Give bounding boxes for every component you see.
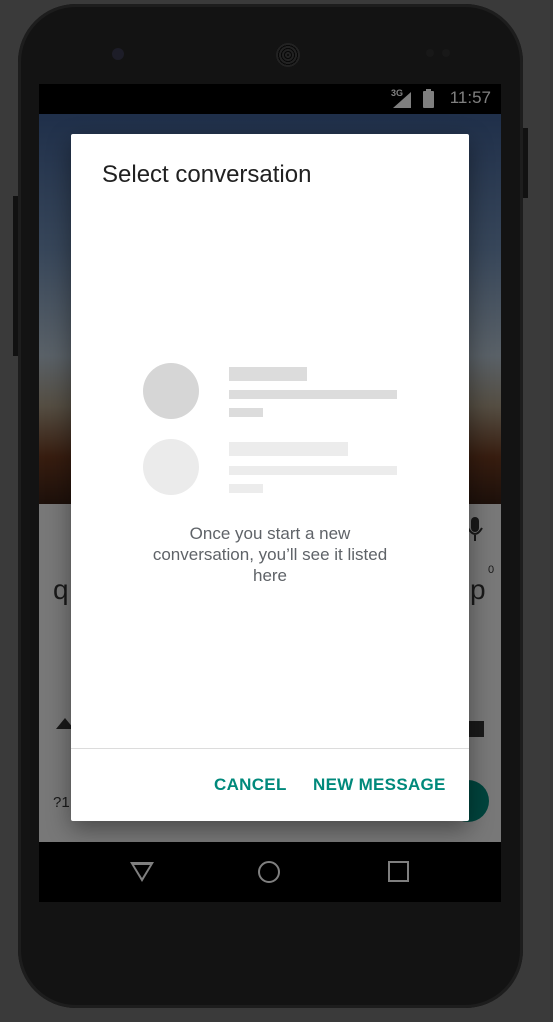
placeholder-line: [229, 442, 348, 456]
placeholder-line: [229, 390, 397, 399]
placeholder-line: [229, 408, 263, 417]
placeholder-line: [229, 466, 397, 475]
dialog-title: Select conversation: [102, 161, 312, 188]
dialog-divider: [71, 748, 469, 749]
placeholder-avatar: [143, 363, 199, 419]
cancel-button[interactable]: CANCEL: [214, 775, 287, 795]
placeholder-line: [229, 367, 307, 381]
new-message-button[interactable]: NEW MESSAGE: [313, 775, 446, 795]
select-conversation-dialog: Select conversation Once you start a new…: [71, 134, 469, 821]
empty-state-message: Once you start a new conversation, you’l…: [152, 524, 388, 585]
placeholder-line: [229, 484, 263, 493]
placeholder-avatar: [143, 439, 199, 495]
